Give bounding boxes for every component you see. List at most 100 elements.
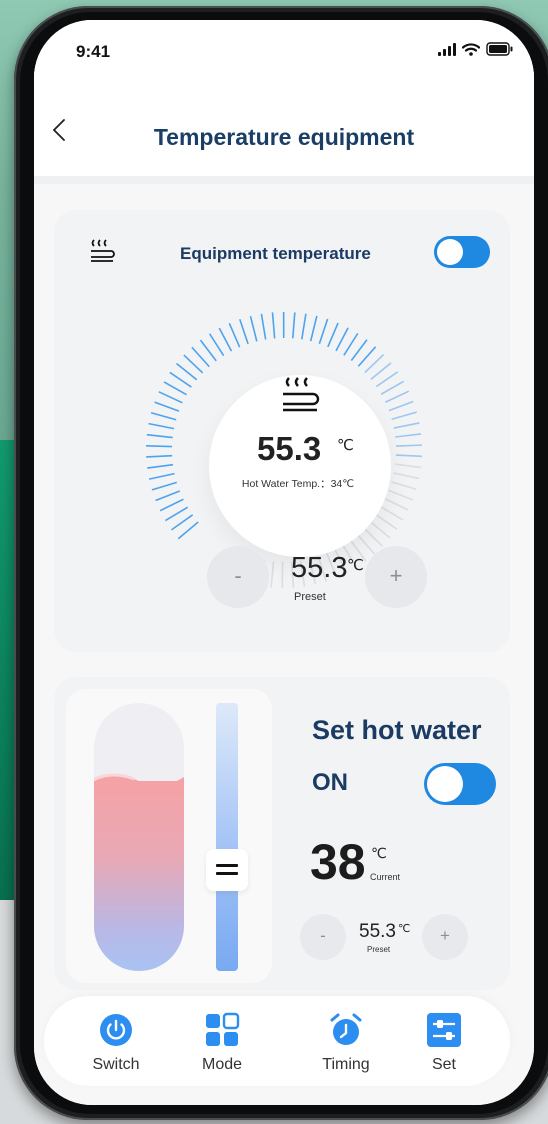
- dial-tick: [380, 506, 404, 521]
- water-tank-panel: [66, 689, 272, 983]
- dial-tick: [146, 445, 173, 448]
- preset-unit: ℃: [347, 557, 364, 574]
- dial-tick: [384, 390, 410, 404]
- dial-tick: [270, 561, 275, 588]
- dial-tick: [364, 353, 385, 374]
- dial-tick: [151, 481, 178, 491]
- dial-tick: [393, 472, 420, 480]
- sliders-icon: [426, 1012, 462, 1048]
- hot-water-state: ON: [312, 769, 348, 796]
- dial-tick: [375, 513, 398, 530]
- increase-hot-water-button[interactable]: +: [422, 914, 468, 960]
- toggle-knob: [427, 766, 463, 802]
- dial-tick: [384, 498, 409, 511]
- water-level: [94, 781, 184, 971]
- heating-icon: [88, 238, 116, 264]
- status-icons: [438, 42, 514, 56]
- dial-tick: [335, 327, 349, 352]
- dial-tick: [146, 454, 173, 458]
- dial-tick: [300, 313, 307, 340]
- dial-tick: [391, 411, 417, 421]
- decrease-preset-button[interactable]: -: [207, 546, 269, 608]
- dial-tick: [147, 463, 174, 469]
- nav-set[interactable]: Set: [404, 1012, 484, 1074]
- heating-icon: [277, 375, 323, 415]
- dial-tick: [395, 463, 421, 469]
- dial-tick: [327, 322, 339, 348]
- dial-tick: [164, 506, 189, 522]
- equipment-temperature-value: 55.3: [257, 430, 322, 467]
- dial-tick: [356, 533, 376, 555]
- dial-tick: [370, 362, 392, 380]
- dial-tick: [176, 362, 198, 381]
- dial-tick: [228, 322, 241, 348]
- current-label: Current: [370, 872, 401, 882]
- dial-tick: [158, 391, 183, 404]
- dial-tick: [177, 521, 199, 540]
- dial-tick: [395, 444, 422, 447]
- status-time: 9:41: [76, 42, 111, 61]
- dial-tick: [291, 312, 296, 339]
- hot-water-preset-label: Preset: [367, 945, 391, 954]
- increase-preset-button[interactable]: +: [365, 546, 427, 608]
- status-bar: 9:41: [34, 20, 534, 90]
- header-divider: [34, 176, 534, 184]
- temperature-slider-track[interactable]: [216, 703, 238, 971]
- dial-tick: [363, 527, 384, 548]
- dial-tick: [154, 401, 180, 412]
- preset-value: 55.3: [291, 552, 348, 584]
- dial-tick: [309, 315, 318, 342]
- dial-tick: [170, 514, 194, 531]
- current-unit: ℃: [371, 845, 387, 861]
- nav-timing[interactable]: Timing: [306, 1012, 386, 1074]
- nav-label: Set: [431, 1056, 456, 1073]
- dial-tick: [148, 472, 175, 480]
- dial-tick: [163, 381, 187, 396]
- dial-tick: [159, 498, 184, 512]
- app-screen: 9:41 Temperature equipment Equipment tem…: [34, 20, 534, 1105]
- wifi-icon: [462, 42, 480, 56]
- phone-screen: 9:41 Temperature equipment Equipment tem…: [34, 20, 534, 1105]
- temperature-slider-handle[interactable]: [206, 849, 248, 891]
- dial-tick: [208, 333, 225, 357]
- page-title: Temperature equipment: [153, 124, 415, 150]
- nav-label: Mode: [201, 1056, 243, 1073]
- dial-tick: [393, 422, 420, 429]
- dial-tick: [395, 454, 422, 458]
- dial-tick: [148, 422, 175, 430]
- power-icon: [98, 1012, 134, 1048]
- battery-icon: [486, 42, 514, 56]
- hot-water-card: Set hot water ON 38 ℃ Current - 55.3 ℃ P…: [54, 677, 510, 990]
- toggle-knob: [437, 239, 463, 265]
- dial-tick: [271, 312, 276, 339]
- equipment-temperature-label: Equipment temperature: [180, 244, 371, 263]
- dial-tick: [388, 400, 414, 412]
- decrease-hot-water-button[interactable]: -: [300, 914, 346, 960]
- signal-icon: [438, 42, 456, 56]
- alarm-clock-icon: [328, 1012, 364, 1048]
- nav-mode[interactable]: Mode: [182, 1012, 262, 1074]
- nav-label: Switch: [92, 1056, 140, 1073]
- dial-tick: [155, 490, 181, 502]
- dial-tick: [369, 520, 391, 539]
- dial-tick: [391, 481, 417, 491]
- dial-tick: [343, 332, 359, 356]
- dial-tick: [146, 433, 173, 439]
- dial-tick: [249, 315, 258, 342]
- dial-tick: [395, 433, 422, 438]
- dial-tick: [375, 371, 399, 388]
- nav-label: Timing: [322, 1056, 370, 1073]
- hot-water-preset-value: 55.3: [359, 921, 396, 942]
- dial-tick: [183, 354, 204, 374]
- dial-tick: [260, 313, 267, 340]
- hot-water-toggle[interactable]: [424, 763, 496, 805]
- grid-icon: [204, 1012, 240, 1048]
- preset-label: Preset: [294, 591, 326, 603]
- water-tank: [94, 703, 184, 971]
- nav-switch[interactable]: Switch: [76, 1012, 156, 1074]
- set-hot-water-title: Set hot water: [312, 715, 482, 745]
- equipment-toggle[interactable]: [434, 236, 490, 268]
- equipment-temperature-card: Equipment temperature 55.3 ℃ Hot Water T…: [54, 210, 510, 652]
- dial-tick: [350, 339, 368, 361]
- dial-tick: [357, 346, 377, 367]
